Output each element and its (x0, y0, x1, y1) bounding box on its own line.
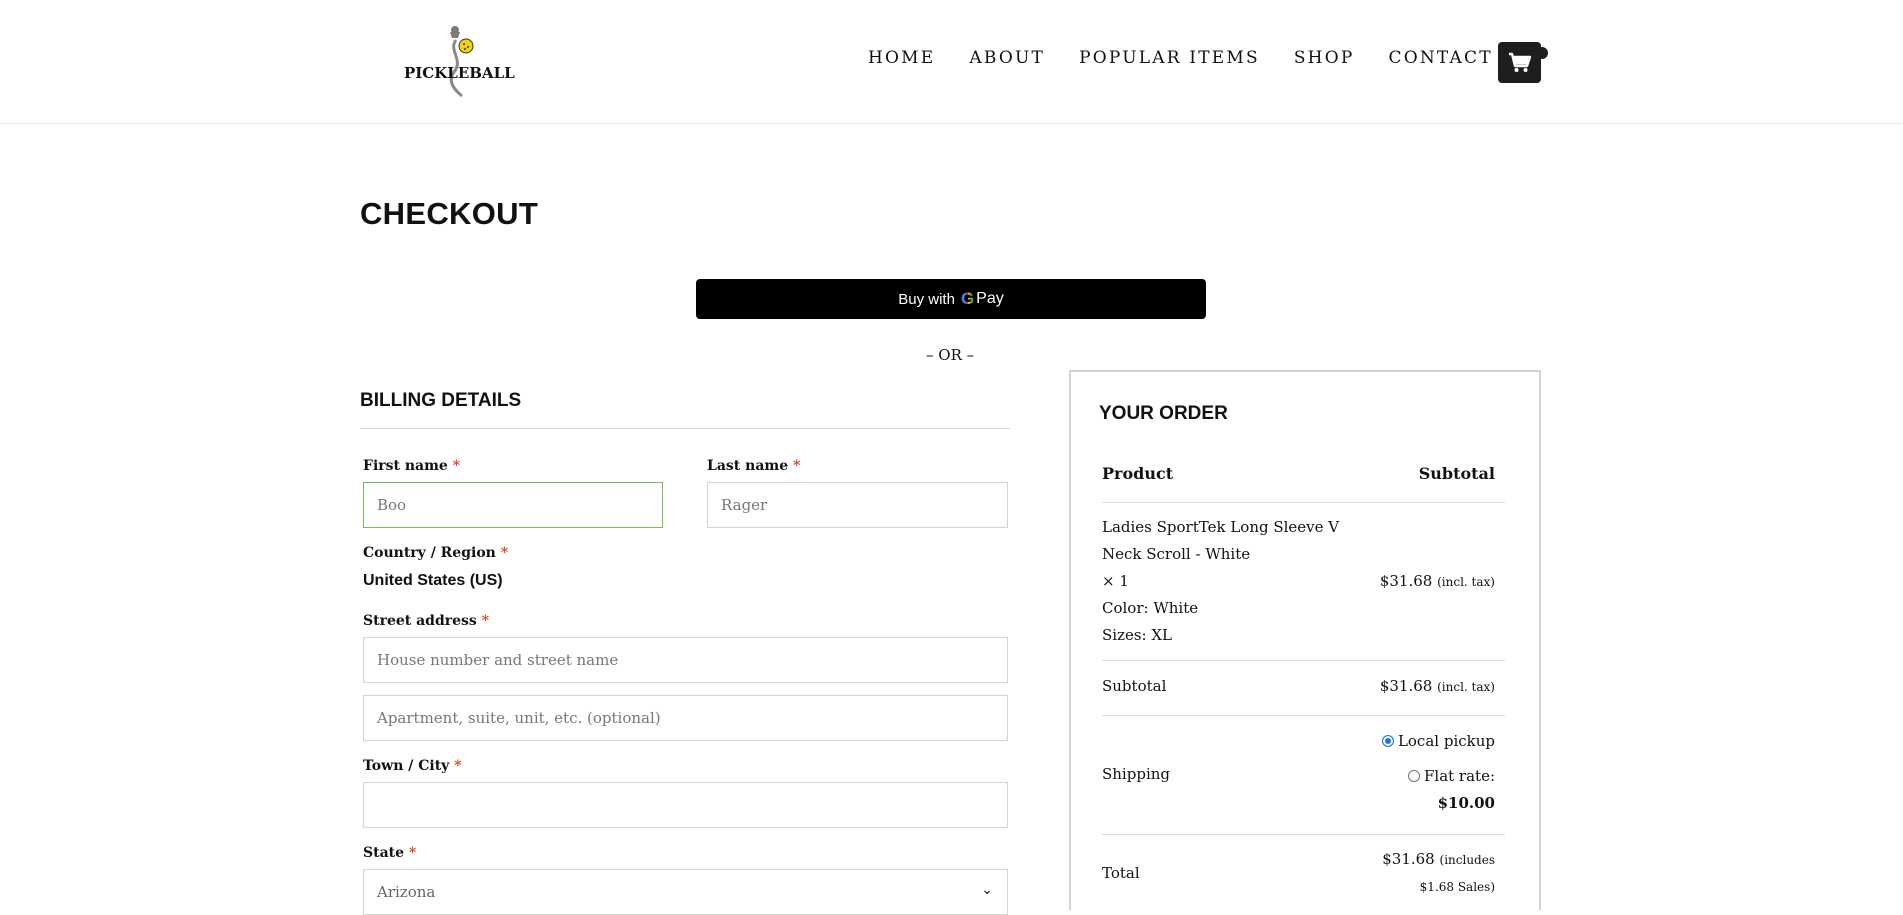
nav-about[interactable]: ABOUT (969, 48, 1045, 68)
gpay-pay-text: Pay (976, 290, 1004, 307)
shipping-label: Shipping (1102, 765, 1170, 783)
last-name-value: Rager (721, 496, 768, 514)
city-label: Town / City * (363, 758, 462, 774)
flat-rate-label: Flat rate: (1423, 767, 1495, 785)
subtotal-tax-note: (incl. tax) (1437, 680, 1495, 694)
item-size: Sizes: XL (1102, 626, 1173, 644)
total-tax-note-1: (includes (1439, 853, 1495, 867)
chevron-down-icon: ⌄ (981, 882, 993, 898)
nav-contact[interactable]: CONTACT (1388, 48, 1492, 68)
order-review-panel: YOUR ORDER Product Subtotal Ladies Sport… (1069, 370, 1541, 910)
shipping-option-local-pickup[interactable]: Local pickup (1381, 732, 1495, 750)
total-value: $31.68 (includes (1382, 850, 1495, 868)
subtotal-column-header: Subtotal (1418, 464, 1495, 483)
street-address-input[interactable]: House number and street name (363, 637, 1008, 683)
first-name-input[interactable]: Boo (363, 482, 663, 528)
main-nav: HOME ABOUT POPULAR ITEMS SHOP CONTACT (868, 48, 1527, 68)
item-color: Color: White (1102, 599, 1199, 617)
subtotal-row: Subtotal $31.68 (incl. tax) (1102, 677, 1505, 695)
pickleball-player-icon (449, 26, 474, 98)
order-divider (1102, 715, 1505, 716)
city-input[interactable] (363, 782, 1008, 828)
shipping-option-flat-rate[interactable]: Flat rate: (1407, 767, 1495, 785)
billing-divider (360, 428, 1010, 429)
page-title: CHECKOUT (360, 196, 539, 231)
last-name-label: Last name * (707, 458, 800, 474)
required-mark: * (408, 845, 417, 861)
google-pay-button[interactable]: Buy with G Pay (696, 279, 1206, 319)
item-name-line1: Ladies SportTek Long Sleeve V (1102, 518, 1340, 536)
state-value: Arizona (377, 883, 436, 901)
required-mark: * (500, 545, 509, 561)
flat-rate-radio[interactable] (1407, 770, 1420, 782)
subtotal-label: Subtotal (1102, 677, 1167, 695)
product-column-header: Product (1102, 464, 1174, 483)
order-divider (1102, 502, 1505, 503)
or-separator: – OR – (926, 346, 975, 364)
state-label: State * (363, 845, 416, 861)
street-address-placeholder: House number and street name (377, 651, 619, 669)
billing-heading: BILLING DETAILS (360, 390, 522, 411)
first-name-label: First name * (363, 458, 460, 474)
nav-home[interactable]: HOME (868, 48, 935, 68)
total-row: Total $31.68 (includes $1.68 Sales) (1102, 850, 1505, 910)
street-address-label-text: Street address (363, 613, 477, 629)
last-name-label-text: Last name (707, 458, 789, 474)
pickleball-logo[interactable]: PICKLEBALL (404, 26, 515, 98)
flat-rate-price: $10.00 (1437, 794, 1495, 812)
cart-button[interactable] (1498, 42, 1548, 83)
first-name-label-text: First name (363, 458, 448, 474)
nav-shop[interactable]: SHOP (1294, 48, 1355, 68)
local-pickup-radio[interactable] (1381, 735, 1394, 747)
total-label: Total (1102, 864, 1140, 882)
cart-count-badge (1536, 47, 1548, 59)
street-address-2-placeholder: Apartment, suite, unit, etc. (optional) (377, 709, 661, 727)
order-divider (1102, 660, 1505, 661)
required-mark: * (452, 458, 461, 474)
google-g-icon: G (960, 289, 975, 308)
total-amount: $31.68 (1382, 850, 1435, 868)
street-address-label: Street address * (363, 613, 489, 629)
order-heading: YOUR ORDER (1099, 403, 1228, 424)
city-label-text: Town / City (363, 758, 450, 774)
shipping-row: Shipping Local pickup Flat rate: $10.00 (1102, 732, 1505, 832)
logo-text: PICKLEBALL (404, 64, 515, 82)
nav-popular-items[interactable]: POPULAR ITEMS (1079, 48, 1260, 68)
order-table-header: Product Subtotal (1102, 464, 1505, 483)
country-label-text: Country / Region (363, 545, 496, 561)
required-mark: * (454, 758, 462, 774)
required-mark: * (792, 458, 801, 474)
cart-icon (1509, 52, 1532, 72)
gpay-prefix: Buy with (898, 290, 955, 308)
first-name-value: Boo (377, 496, 407, 514)
state-select[interactable]: Arizona ⌄ (363, 869, 1008, 915)
state-label-text: State (363, 845, 405, 861)
local-pickup-label: Local pickup (1397, 732, 1495, 750)
country-value: United States (US) (363, 572, 503, 589)
item-price: $31.68 (incl. tax) (1380, 568, 1495, 596)
item-name-line2: Neck Scroll - White (1102, 545, 1251, 563)
item-tax-note: (incl. tax) (1437, 575, 1495, 589)
order-divider (1102, 834, 1505, 835)
site-header: PICKLEBALL HOME ABOUT POPULAR ITEMS SHOP… (0, 0, 1903, 124)
subtotal-value: $31.68 (incl. tax) (1380, 677, 1495, 695)
order-item-row: Ladies SportTek Long Sleeve V Neck Scrol… (1102, 514, 1505, 649)
street-address-2-input[interactable]: Apartment, suite, unit, etc. (optional) (363, 695, 1008, 741)
required-mark: * (481, 613, 490, 629)
country-label: Country / Region * (363, 545, 508, 561)
subtotal-amount: $31.68 (1379, 677, 1433, 695)
item-price-value: $31.68 (1379, 572, 1433, 590)
last-name-input[interactable]: Rager (707, 482, 1008, 528)
